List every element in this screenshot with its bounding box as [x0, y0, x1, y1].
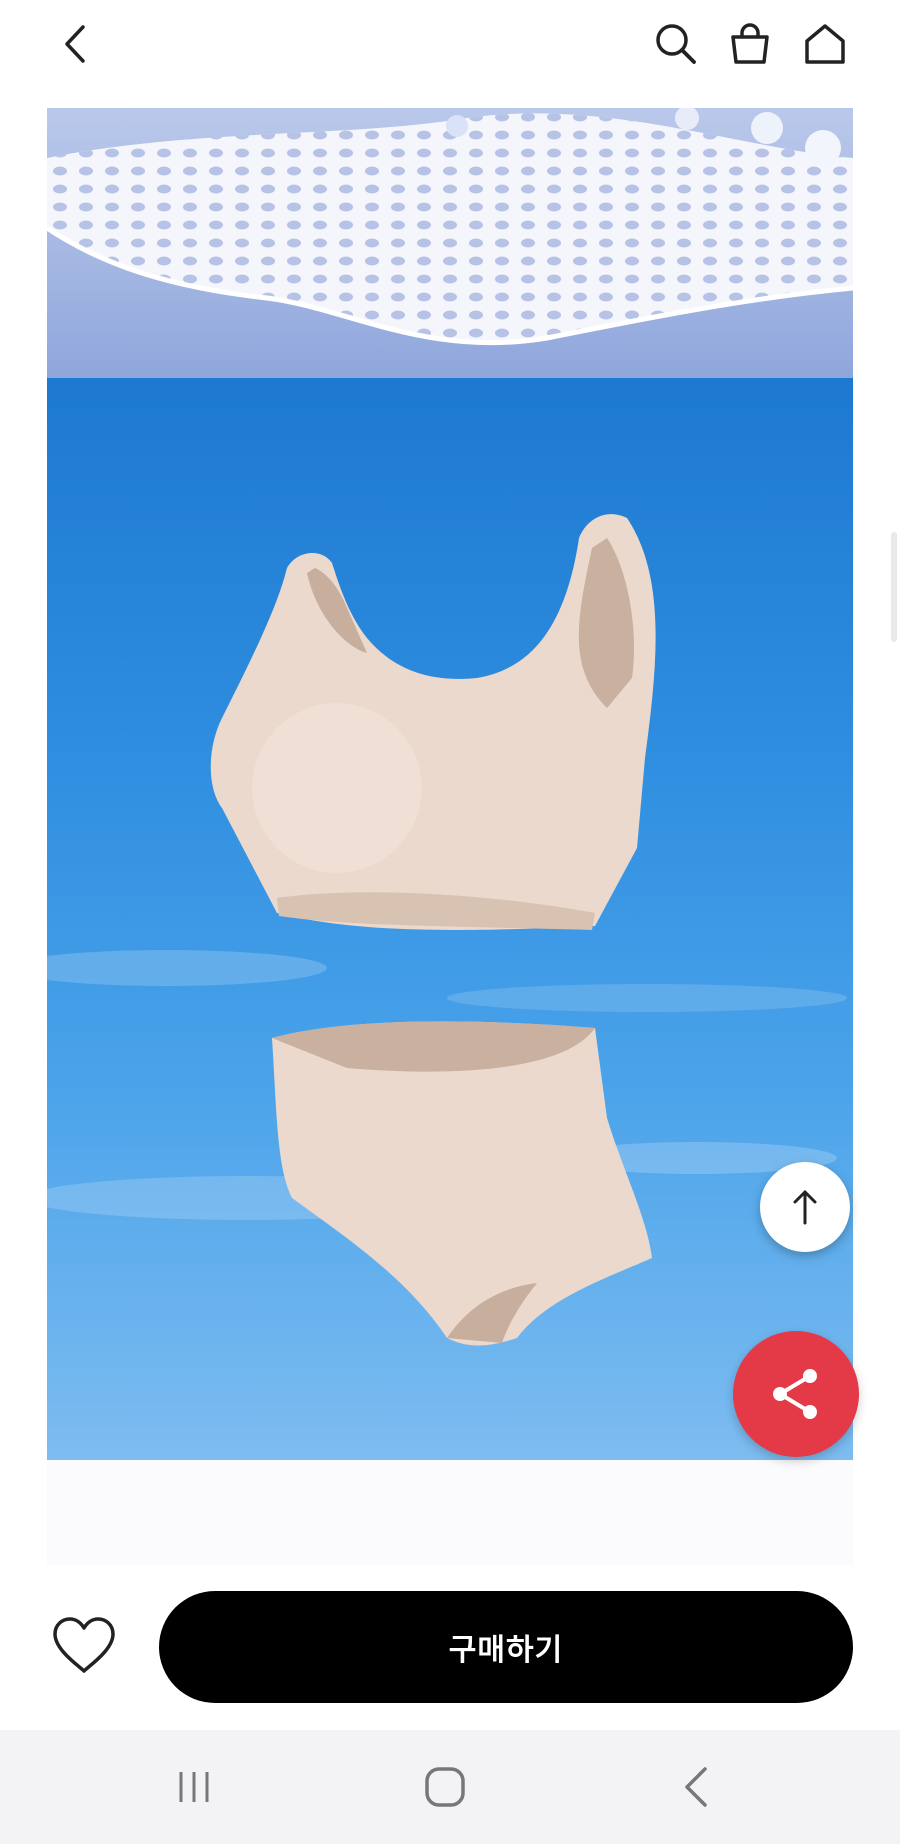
recents-button[interactable] [162, 1755, 226, 1819]
share-icon [773, 1369, 817, 1419]
back-chevron-icon [685, 1767, 707, 1807]
recents-icon [179, 1772, 209, 1802]
home-icon [805, 24, 845, 64]
buy-button[interactable]: 구매하기 [159, 1591, 853, 1703]
mesh-fabric-illustration [47, 108, 853, 346]
system-nav-bar [0, 1730, 900, 1844]
scroll-to-top-button[interactable] [760, 1162, 850, 1252]
product-detail-page: 구매하기 [0, 0, 900, 1844]
bra-and-panty-illustration [47, 514, 847, 1346]
search-button[interactable] [646, 14, 706, 74]
cart-button[interactable] [720, 14, 780, 74]
top-app-bar [0, 0, 900, 100]
heart-icon [53, 1617, 115, 1673]
home-circle-icon [425, 1767, 465, 1807]
product-image-fabric [47, 108, 853, 378]
scroll-indicator[interactable] [891, 532, 897, 642]
chevron-left-icon [65, 25, 85, 63]
shopping-bag-icon [731, 23, 769, 64]
system-home-button[interactable] [413, 1755, 477, 1819]
purchase-bar: 구매하기 [0, 1565, 900, 1730]
arrow-up-icon [793, 1190, 817, 1225]
system-back-button[interactable] [666, 1755, 730, 1819]
search-icon [656, 24, 696, 64]
product-image-main [47, 378, 853, 1460]
home-button[interactable] [795, 14, 855, 74]
back-button[interactable] [46, 14, 106, 74]
wishlist-button[interactable] [50, 1612, 118, 1680]
image-bottom-spacer [47, 1460, 853, 1565]
share-button[interactable] [733, 1331, 859, 1457]
